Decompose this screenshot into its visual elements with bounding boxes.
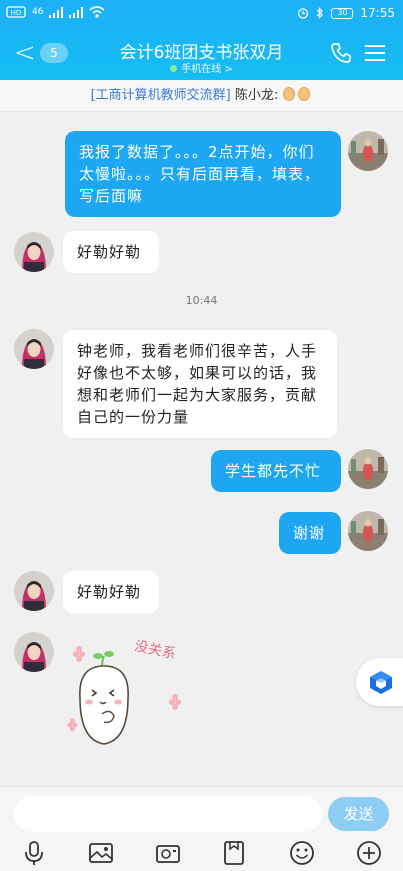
alarm-icon — [298, 8, 309, 19]
online-status-text: 手机在线 > — [181, 64, 233, 75]
floating-action-button[interactable] — [356, 658, 403, 706]
contact-avatar[interactable] — [14, 632, 54, 672]
input-toolbar — [0, 839, 403, 869]
status-left: HD 46 — [6, 6, 105, 18]
phone-call-icon[interactable] — [330, 42, 352, 64]
banner-sender: 陈小龙: — [234, 88, 279, 103]
contact-avatar[interactable] — [14, 571, 54, 611]
message-bubble-incoming[interactable]: 好勒好勒 — [63, 571, 159, 613]
my-avatar[interactable] — [348, 449, 388, 489]
microphone-icon[interactable] — [20, 839, 48, 867]
file-icon[interactable] — [220, 839, 248, 867]
message-input[interactable] — [14, 796, 322, 832]
wifi-icon — [89, 6, 105, 18]
cube-icon — [370, 671, 392, 694]
send-button[interactable]: 发送 — [328, 797, 389, 831]
svg-text:HD: HD — [11, 9, 22, 17]
bluetooth-icon — [316, 7, 324, 19]
signal-icon — [69, 6, 84, 18]
input-bar: 发送 — [0, 786, 403, 871]
contact-avatar[interactable] — [14, 329, 54, 369]
my-avatar[interactable] — [348, 511, 388, 551]
message-bubble-outgoing[interactable]: 我报了数据了。。。2点开始，你们太慢啦。。。只有后面再看，填表，写后面嘛 — [65, 131, 341, 217]
image-icon[interactable] — [87, 839, 115, 867]
battery-icon: 30 — [331, 7, 354, 19]
clock: 17:55 — [360, 6, 395, 20]
sim-icon: HD — [6, 6, 26, 18]
menu-icon[interactable] — [365, 44, 385, 62]
camera-icon[interactable] — [154, 839, 182, 867]
online-dot-icon — [170, 65, 178, 72]
banner-group-name: [工商计算机教师交流群] — [90, 88, 231, 103]
time-divider: 10:44 — [185, 294, 218, 307]
status-right: 30 17:55 — [297, 6, 395, 20]
message-bubble-outgoing[interactable]: 谢谢 — [279, 512, 341, 554]
message-bubble-outgoing[interactable]: 学生都先不忙 — [211, 450, 341, 492]
clap-emoji-icon — [282, 83, 312, 115]
signal-icon — [49, 6, 64, 18]
group-message-banner[interactable]: [工商计算机教师交流群] 陈小龙: — [0, 80, 403, 112]
contact-avatar[interactable] — [14, 232, 54, 272]
status-bar: HD 46 30 17:55 — [0, 0, 403, 28]
plus-icon[interactable] — [355, 839, 383, 867]
signal-label: 46 — [32, 7, 44, 17]
emoji-icon[interactable] — [288, 839, 316, 867]
sticker-message[interactable]: 没关系 — [62, 638, 192, 760]
sticker-text: 没关系 — [133, 640, 177, 663]
my-avatar[interactable] — [348, 131, 388, 171]
message-bubble-incoming[interactable]: 钟老师，我看老师们很辛苦，人手好像也不太够，如果可以的话，我想和老师们一起为大家… — [63, 330, 337, 438]
message-bubble-incoming[interactable]: 好勒好勒 — [63, 231, 159, 273]
chat-header: HD 46 30 17:55 < 5 会计6班团支书张双月 手机在线 > — [0, 0, 403, 80]
